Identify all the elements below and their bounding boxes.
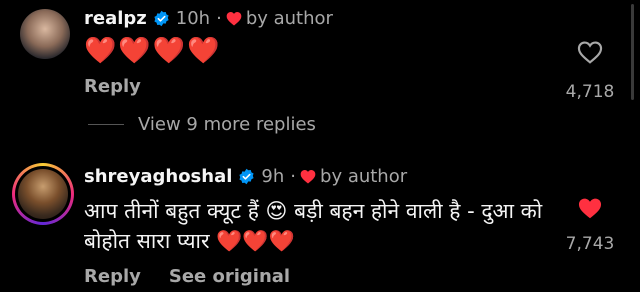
view-more-replies-button[interactable]: View 9 more replies bbox=[88, 114, 316, 135]
heart-outline-icon[interactable] bbox=[577, 40, 603, 64]
like-area: 4,718 bbox=[560, 40, 620, 102]
heart-filled-icon[interactable] bbox=[577, 196, 603, 220]
comment-item: shreyaghoshal 9h · by author आप तीनों बह… bbox=[0, 150, 640, 292]
comment-actions: Reply bbox=[84, 76, 169, 97]
verified-badge-icon bbox=[154, 10, 169, 27]
comment-item: realpz 10h · by author ❤️❤️❤️❤️ Reply 4,… bbox=[0, 0, 640, 110]
like-area: 7,743 bbox=[560, 196, 620, 254]
by-author-label: by author bbox=[320, 166, 408, 187]
author-heart-icon bbox=[226, 12, 242, 26]
timestamp: 9h bbox=[261, 166, 285, 187]
separator-dot: · bbox=[216, 8, 222, 29]
timestamp: 10h bbox=[175, 8, 211, 29]
reply-button[interactable]: Reply bbox=[84, 266, 141, 287]
separator-dot: · bbox=[290, 166, 297, 187]
comment-header: shreyaghoshal 9h · by author bbox=[84, 166, 407, 187]
comment-text: ❤️❤️❤️❤️ bbox=[84, 36, 222, 66]
view-more-replies-label: View 9 more replies bbox=[138, 114, 316, 135]
username[interactable]: shreyaghoshal bbox=[84, 166, 232, 187]
comment-text: आप तीनों बहुत क्यूट हैं 😍 बड़ी बहन होने … bbox=[84, 199, 543, 253]
author-heart-icon bbox=[300, 170, 316, 184]
by-author-label: by author bbox=[245, 8, 333, 29]
like-count: 7,743 bbox=[565, 234, 615, 254]
divider-line bbox=[88, 124, 124, 125]
comment-header: realpz 10h · by author bbox=[84, 8, 333, 29]
reply-button[interactable]: Reply bbox=[84, 76, 141, 97]
comment-actions: Reply See original bbox=[84, 266, 318, 287]
like-count: 4,718 bbox=[565, 82, 615, 102]
avatar[interactable] bbox=[20, 9, 70, 59]
username[interactable]: realpz bbox=[84, 8, 147, 29]
see-original-button[interactable]: See original bbox=[169, 266, 290, 287]
verified-badge-icon bbox=[239, 168, 254, 185]
